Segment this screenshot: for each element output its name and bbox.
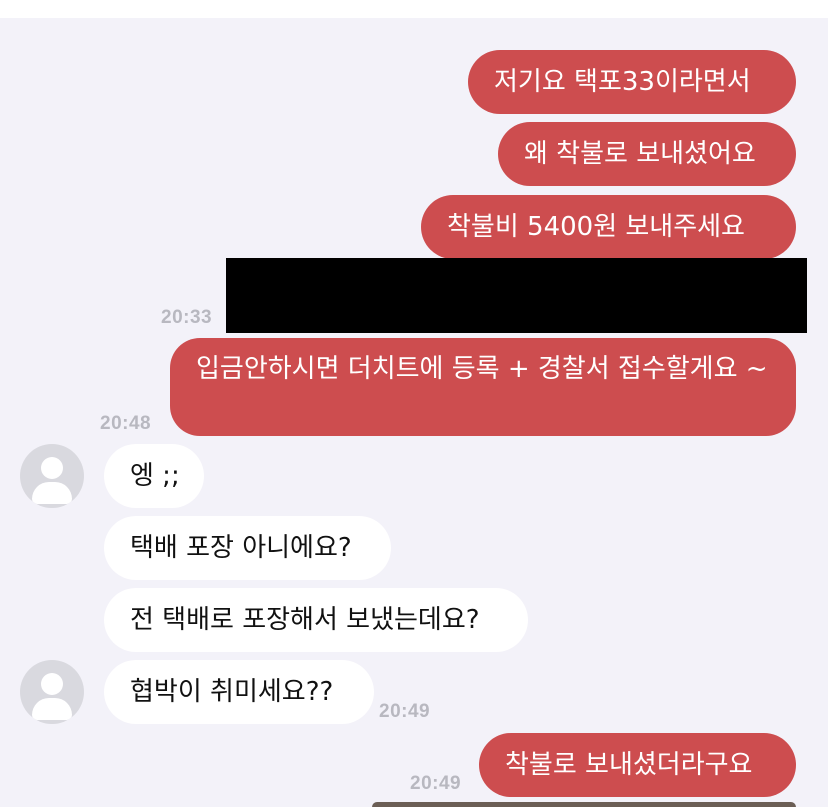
message-timestamp: 20:48 [100, 413, 152, 434]
sender-avatar-icon[interactable] [20, 444, 84, 508]
top-bar [0, 0, 828, 18]
message-timestamp: 20:49 [410, 773, 462, 794]
outgoing-message-bubble[interactable]: 왜 착불로 보내셨어요 [498, 122, 796, 186]
sender-avatar-icon[interactable] [20, 660, 84, 724]
incoming-message-bubble[interactable]: 엥 ;; [104, 444, 204, 508]
incoming-message-bubble[interactable]: 협박이 취미세요?? [104, 660, 374, 724]
outgoing-message-bubble[interactable]: 저기요 택포33이라면서 [468, 50, 796, 114]
incoming-message-bubble[interactable]: 택배 포장 아니에요? [104, 516, 391, 580]
redacted-image [226, 258, 807, 333]
outgoing-message-bubble[interactable]: 착불비 5400원 보내주세요 [421, 195, 796, 259]
avatar-head-shape [41, 457, 63, 479]
avatar-body-shape [32, 698, 72, 720]
incoming-message-bubble[interactable]: 전 택배로 포장해서 보냈는데요? [104, 588, 528, 652]
avatar-head-shape [41, 673, 63, 695]
outgoing-message-bubble[interactable]: 입금안하시면 더치트에 등록 + 경찰서 접수할게요 ~ [170, 338, 796, 436]
outgoing-message-bubble[interactable]: 착불로 보내셨더라구요 [479, 733, 796, 797]
message-timestamp: 20:49 [379, 701, 431, 722]
avatar-body-shape [32, 482, 72, 504]
image-message-thumbnail[interactable] [372, 802, 796, 807]
message-timestamp: 20:33 [161, 307, 213, 328]
